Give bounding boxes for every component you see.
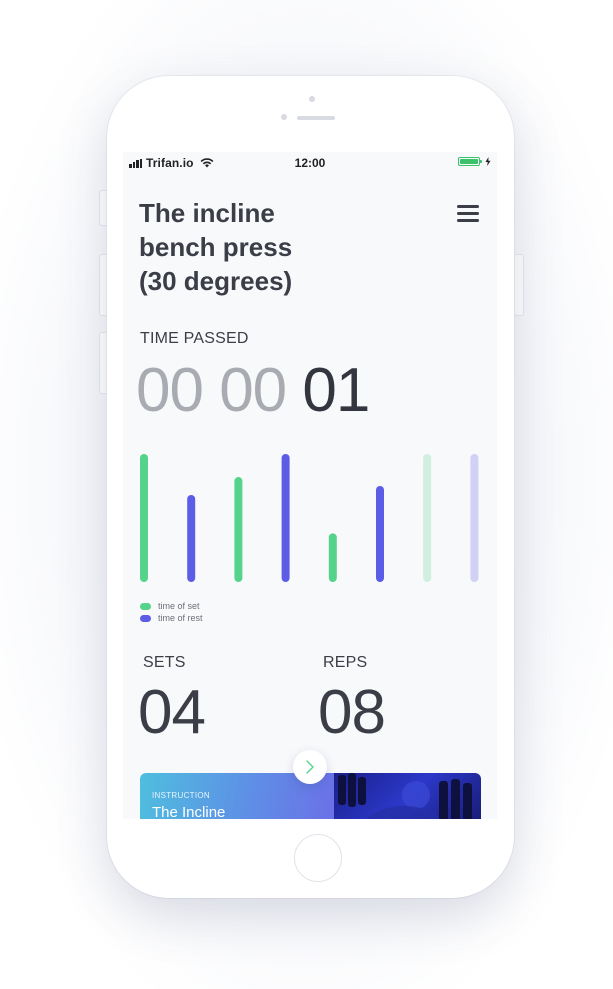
earpiece-speaker — [297, 116, 335, 120]
next-button[interactable] — [293, 750, 327, 784]
exercise-title: The incline bench press (30 degrees) — [139, 196, 339, 298]
home-button[interactable] — [294, 834, 342, 882]
legend-label-set: time of set — [158, 601, 200, 611]
power-button — [514, 254, 524, 316]
legend-swatch-rest — [140, 614, 151, 622]
chart-bar-3-time-of-set — [234, 477, 243, 582]
time-passed-label: TIME PASSED — [140, 330, 249, 347]
charging-bolt-icon — [485, 157, 491, 166]
chevron-right-icon — [306, 760, 314, 774]
exercise-title-line-1: The incline — [139, 198, 275, 228]
status-bar: Trifan.io 12:00 — [123, 152, 497, 174]
timer-hours: 00 — [136, 356, 204, 425]
status-time: 12:00 — [294, 156, 326, 170]
chart-bar-5-time-of-set — [328, 533, 337, 582]
reps-value: 08 — [318, 678, 386, 747]
legend-item-rest: time of rest — [140, 612, 203, 624]
bench-press-photo — [338, 773, 472, 819]
legend-swatch-set — [140, 602, 151, 610]
legend-label-rest: time of rest — [158, 613, 203, 623]
chart-bar-4-time-of-rest — [281, 454, 290, 582]
instruction-title: The Incline — [152, 804, 226, 819]
set-rest-chart — [140, 454, 479, 582]
background: Trifan.io 12:00 The incline bench press … — [0, 0, 613, 989]
sets-value: 04 — [138, 678, 206, 747]
sets-label: SETS — [143, 654, 186, 671]
chart-legend: time of set time of rest — [140, 600, 203, 624]
proximity-sensor — [281, 114, 287, 120]
exercise-title-line-2: bench press — [139, 232, 293, 262]
app-screen: Trifan.io 12:00 The incline bench press … — [123, 152, 497, 819]
timer-minutes: 00 — [219, 356, 287, 425]
chart-bar-1-time-of-set — [140, 454, 148, 582]
timer-display: 00 00 01 — [136, 356, 370, 426]
instruction-kicker: INSTRUCTION — [152, 791, 210, 800]
chart-bar-2-time-of-rest — [187, 494, 196, 582]
chart-bar-6-time-of-rest — [376, 486, 384, 582]
exercise-title-line-3: (30 degrees) — [139, 266, 293, 296]
instruction-image — [334, 773, 481, 819]
battery-icon — [458, 157, 482, 166]
status-right — [458, 157, 491, 166]
front-camera — [309, 96, 315, 102]
hamburger-menu-icon[interactable] — [457, 205, 479, 222]
chart-bar-8-time-of-rest — [470, 454, 479, 582]
legend-item-set: time of set — [140, 600, 203, 612]
reps-label: REPS — [323, 654, 368, 671]
chart-bar-7-time-of-set — [423, 454, 432, 582]
timer-seconds: 01 — [302, 356, 370, 425]
